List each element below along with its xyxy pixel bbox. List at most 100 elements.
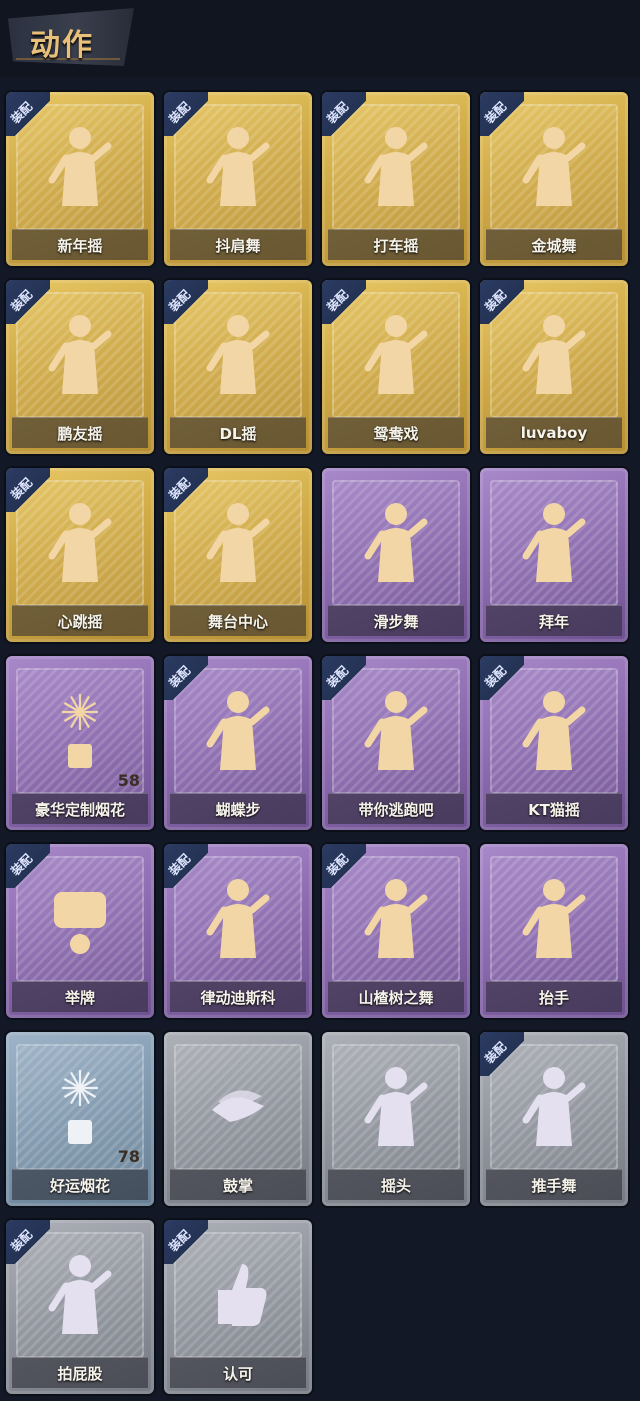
equipped-badge: 装配 [480, 656, 524, 700]
equipped-badge-text: 装配 [324, 851, 352, 879]
equipped-badge: 装配 [164, 468, 208, 512]
card-label: 蝴蝶步 [215, 800, 261, 819]
card-label-bar: 舞台中心 [170, 605, 306, 636]
dance-pose-icon [520, 1062, 588, 1152]
card-label: luvaboy [520, 424, 588, 442]
emote-card[interactable]: 舞台中心 装配 [164, 468, 312, 642]
emote-card[interactable]: 拍屁股 装配 [6, 1220, 154, 1394]
equipped-badge: 装配 [6, 92, 50, 136]
equipped-badge-text: 装配 [166, 475, 194, 503]
dance-pose-icon [362, 122, 430, 212]
card-label-bar: 蝴蝶步 [170, 793, 306, 824]
emote-card[interactable]: 蝴蝶步 装配 [164, 656, 312, 830]
dance-pose-icon [362, 874, 430, 964]
dance-pose-icon [362, 310, 430, 400]
equipped-badge-text: 装配 [482, 99, 510, 127]
equipped-badge-text: 装配 [166, 1227, 194, 1255]
card-label-bar: 鸳鸯戏 [328, 417, 464, 448]
card-label-bar: 认可 [170, 1357, 306, 1388]
card-label: 带你逃跑吧 [358, 800, 434, 819]
emote-card[interactable]: 鸳鸯戏 装配 [322, 280, 470, 454]
equipped-badge: 装配 [164, 844, 208, 888]
card-label-bar: 抖肩舞 [170, 229, 306, 260]
emote-card[interactable]: 鼓掌 [164, 1032, 312, 1206]
equipped-badge-text: 装配 [482, 1039, 510, 1067]
card-label: 心跳摇 [57, 612, 103, 631]
card-label: 好运烟花 [49, 1176, 110, 1195]
emote-card[interactable]: 新年摇 装配 [6, 92, 154, 266]
card-label: 滑步舞 [373, 612, 419, 631]
emote-card[interactable]: 抬手 [480, 844, 628, 1018]
emote-card[interactable]: 山楂树之舞 装配 [322, 844, 470, 1018]
emote-card[interactable]: 摇头 [322, 1032, 470, 1206]
equipped-badge: 装配 [322, 844, 366, 888]
emote-card[interactable]: luvaboy 装配 [480, 280, 628, 454]
card-label: 鸳鸯戏 [373, 424, 419, 443]
equipped-badge: 装配 [164, 280, 208, 324]
equipped-badge-text: 装配 [482, 663, 510, 691]
equipped-badge: 装配 [322, 280, 366, 324]
emote-card[interactable]: 金城舞 装配 [480, 92, 628, 266]
card-label-bar: 山楂树之舞 [328, 981, 464, 1012]
equipped-badge-text: 装配 [8, 287, 36, 315]
card-label-bar: 好运烟花 [12, 1169, 148, 1200]
card-label: 打车摇 [373, 236, 419, 255]
emote-card[interactable]: DL摇 装配 [164, 280, 312, 454]
equipped-badge: 装配 [480, 280, 524, 324]
dance-pose-icon [46, 122, 114, 212]
emote-card[interactable]: 打车摇 装配 [322, 92, 470, 266]
emote-card[interactable]: 认可 装配 [164, 1220, 312, 1394]
dance-pose-icon [46, 498, 114, 588]
emote-card[interactable]: 律动迪斯科 装配 [164, 844, 312, 1018]
equipped-badge: 装配 [480, 1032, 524, 1076]
dance-pose-icon [520, 498, 588, 588]
emote-card[interactable]: 带你逃跑吧 装配 [322, 656, 470, 830]
clap-icon [204, 1062, 272, 1152]
thumbs-up-icon [204, 1250, 272, 1340]
card-label-bar: 律动迪斯科 [170, 981, 306, 1012]
dance-pose-icon [204, 498, 272, 588]
card-label: 山楂树之舞 [358, 988, 434, 1007]
dance-pose-icon [520, 310, 588, 400]
equipped-badge-text: 装配 [8, 475, 36, 503]
card-label: 鼓掌 [222, 1176, 253, 1195]
card-label-bar: 摇头 [328, 1169, 464, 1200]
dance-pose-icon [204, 686, 272, 776]
emote-grid: 新年摇 装配 抖肩舞 装配 打车摇 装配 金城舞 装配 鹏友摇 装配 DL摇 装配 鸳鸯戏 装配 luvab… [0, 0, 640, 1401]
card-label-bar: 鹏友摇 [12, 417, 148, 448]
equipped-badge-text: 装配 [8, 99, 36, 127]
equipped-badge-text: 装配 [166, 99, 194, 127]
equipped-badge: 装配 [6, 468, 50, 512]
dance-pose-icon [520, 122, 588, 212]
card-label: 豪华定制烟花 [34, 800, 125, 819]
card-label-bar: 豪华定制烟花 [12, 793, 148, 824]
emote-card[interactable]: 推手舞 装配 [480, 1032, 628, 1206]
equipped-badge-text: 装配 [166, 287, 194, 315]
emote-card[interactable]: 心跳摇 装配 [6, 468, 154, 642]
dance-pose-icon [46, 1250, 114, 1340]
card-label-bar: luvaboy [486, 417, 622, 448]
dance-pose-icon [520, 686, 588, 776]
equipped-badge: 装配 [6, 844, 50, 888]
emote-card[interactable]: 抖肩舞 装配 [164, 92, 312, 266]
emote-card[interactable]: 拜年 [480, 468, 628, 642]
dance-pose-icon [204, 874, 272, 964]
card-label: 推手舞 [531, 1176, 577, 1195]
card-label: 拍屁股 [57, 1364, 103, 1383]
dance-pose-icon [204, 310, 272, 400]
emote-card[interactable]: 举牌 装配 [6, 844, 154, 1018]
emote-card[interactable]: KT猫摇 装配 [480, 656, 628, 830]
equipped-badge-text: 装配 [166, 851, 194, 879]
card-label: 摇头 [380, 1176, 411, 1195]
card-label: 新年摇 [57, 236, 103, 255]
emote-card[interactable]: 鹏友摇 装配 [6, 280, 154, 454]
card-label: 举牌 [64, 988, 95, 1007]
emote-card[interactable]: 滑步舞 [322, 468, 470, 642]
equipped-badge-text: 装配 [166, 663, 194, 691]
card-label-bar: 拜年 [486, 605, 622, 636]
equipped-badge: 装配 [164, 656, 208, 700]
emote-card[interactable]: 58 豪华定制烟花 [6, 656, 154, 830]
emote-card[interactable]: 78 好运烟花 [6, 1032, 154, 1206]
equipped-badge-text: 装配 [8, 1227, 36, 1255]
dance-pose-icon [362, 1062, 430, 1152]
